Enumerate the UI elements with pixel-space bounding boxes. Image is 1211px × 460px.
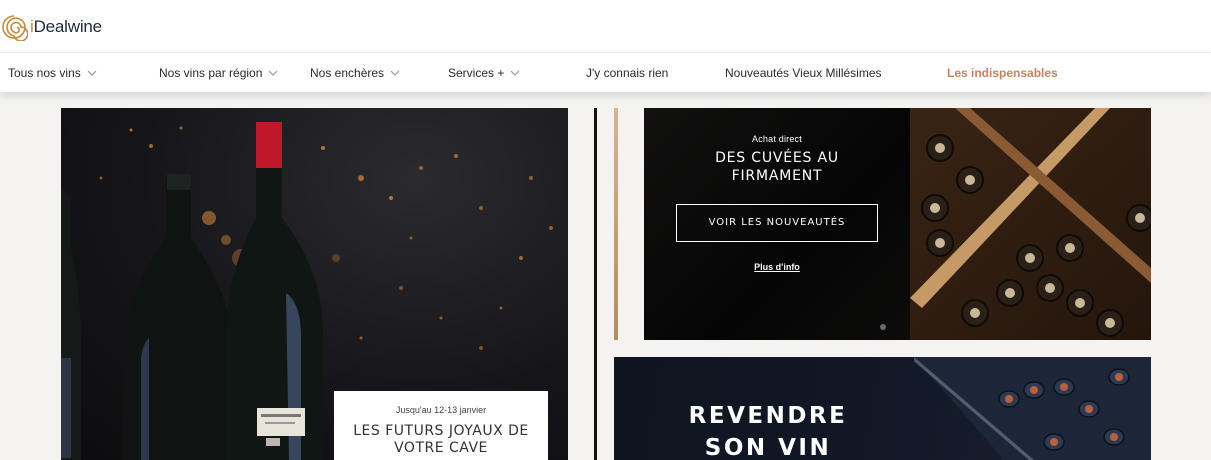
nav-item-les-indispensables[interactable]: Les indispensables	[947, 53, 1058, 93]
column-divider	[594, 108, 597, 460]
nav-label: J'y connais rien	[586, 66, 669, 80]
banner-title: DES CUVÉES AU FIRMAMENT	[715, 150, 839, 184]
nav-label: Tous nos vins	[8, 66, 81, 80]
wine-rack-image	[910, 108, 1151, 340]
promo-title: LES FUTURS JOYAUX DE VOTRE CAVE	[353, 423, 529, 456]
chevron-down-icon	[268, 70, 278, 76]
nav-label: Les indispensables	[947, 66, 1058, 80]
nav-item-nouveautes-vieux-millesimes[interactable]: Nouveautés Vieux Millésimes	[725, 53, 882, 93]
nav-item-tous-nos-vins[interactable]: Tous nos vins	[8, 53, 97, 93]
voir-nouveautes-button[interactable]: VOIR LES NOUVEAUTÉS	[676, 204, 878, 242]
carousel-previous-slide-edge	[614, 108, 618, 340]
nav-item-services[interactable]: Services +	[448, 53, 520, 93]
wine-bottles-rack-image	[914, 357, 1151, 460]
logo[interactable]: iDealwine	[0, 12, 102, 42]
chevron-down-icon	[87, 70, 97, 76]
main-nav: Tous nos vins Nos vins par région Nos en…	[0, 52, 1211, 92]
chevron-down-icon	[510, 70, 520, 76]
nav-label: Services +	[448, 66, 505, 80]
nav-label: Nos vins par région	[159, 66, 263, 80]
banner-kicker: Achat direct	[752, 134, 802, 144]
promo-date: Jusqu'au 12-13 janvier	[395, 405, 487, 415]
promo-card[interactable]: Jusqu'au 12-13 janvier LES FUTURS JOYAUX…	[334, 391, 548, 460]
banner-achat-direct[interactable]: Achat direct DES CUVÉES AU FIRMAMENT VOI…	[644, 108, 1151, 340]
nav-label: Nouveautés Vieux Millésimes	[725, 66, 882, 80]
nav-label: Nos enchères	[310, 66, 385, 80]
banner-revendre-title: REVENDRE SON VIN	[688, 403, 848, 460]
site-header: iDealwine	[0, 0, 1211, 52]
nav-item-encheres[interactable]: Nos enchères	[310, 53, 400, 93]
plus-info-link[interactable]: Plus d'info	[754, 262, 800, 272]
swirl-logo-icon	[2, 15, 28, 41]
nav-item-vins-par-region[interactable]: Nos vins par région	[159, 53, 278, 93]
logo-text: iDealwine	[30, 17, 102, 36]
hero-banner-futurs-joyaux[interactable]: Jusqu'au 12-13 janvier LES FUTURS JOYAUX…	[61, 108, 568, 460]
nav-item-jy-connais-rien[interactable]: J'y connais rien	[586, 53, 668, 93]
chevron-down-icon	[390, 70, 400, 76]
banner-revendre-vin[interactable]: REVENDRE SON VIN	[614, 357, 1151, 460]
banner-achat-direct-text: Achat direct DES CUVÉES AU FIRMAMENT VOI…	[644, 108, 910, 340]
carousel-dot[interactable]	[880, 324, 886, 330]
